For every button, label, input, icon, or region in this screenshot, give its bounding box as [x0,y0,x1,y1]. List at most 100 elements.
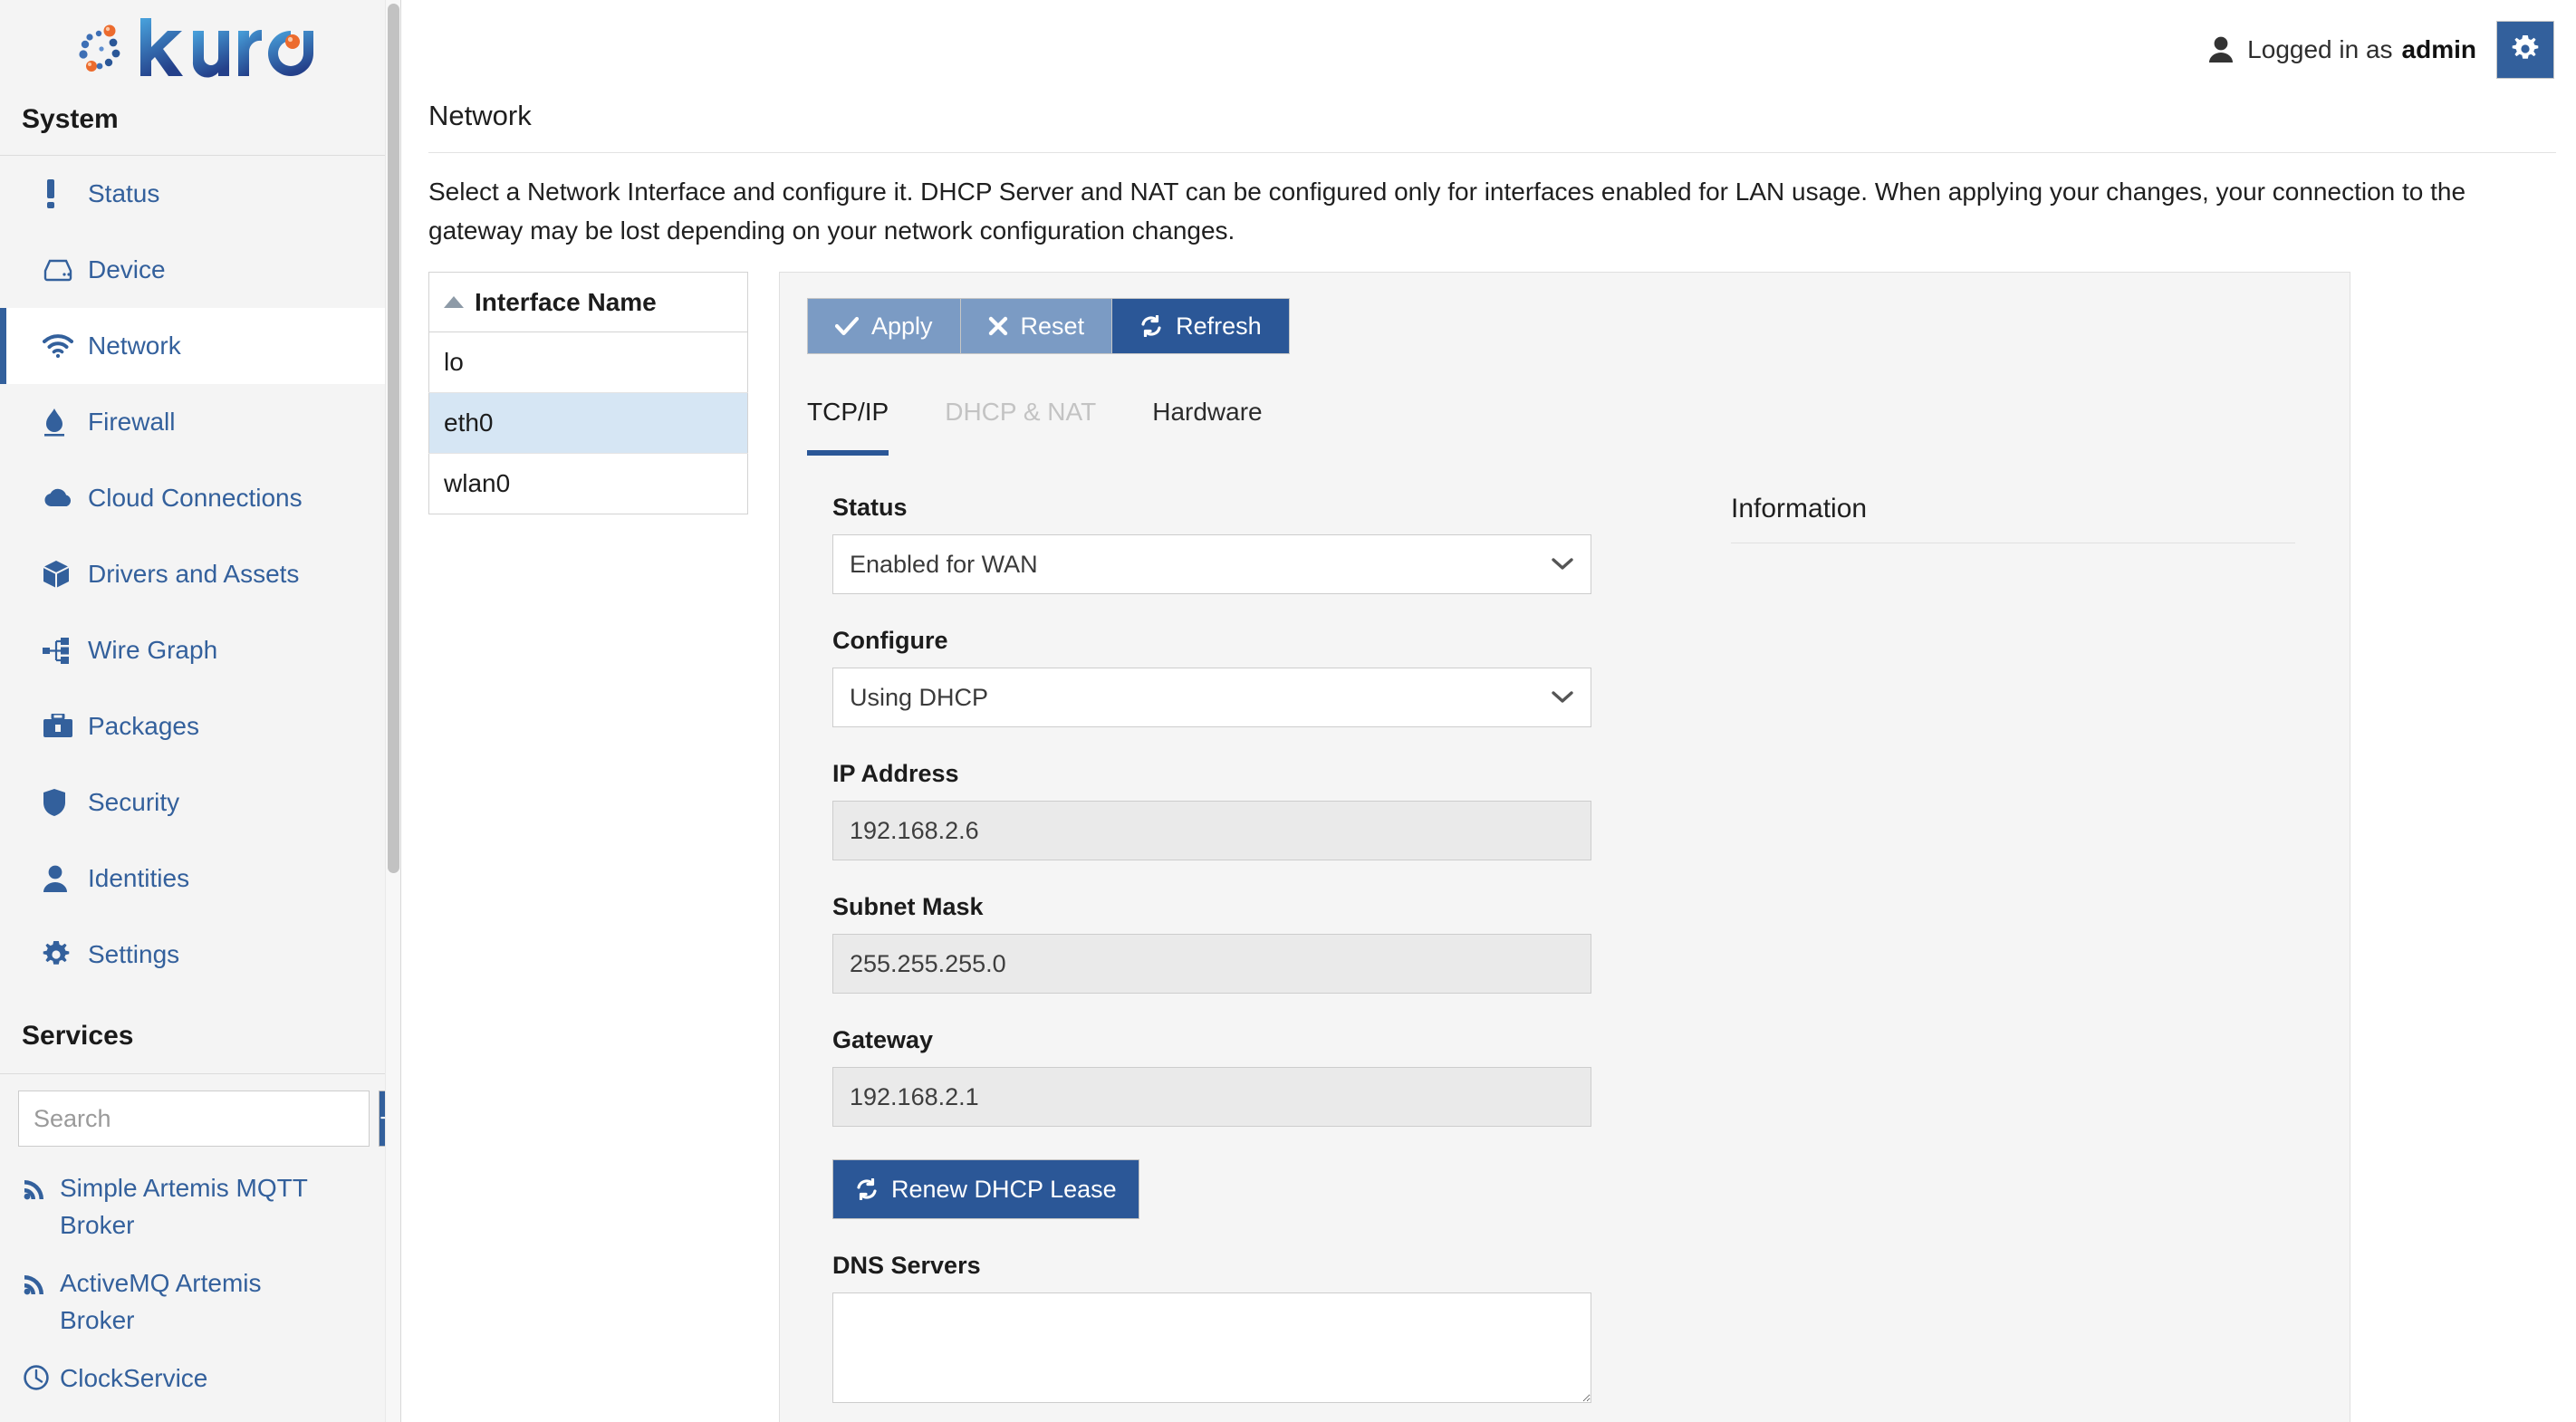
list-item[interactable]: Simple Artemis MQTT Broker [0,1159,400,1254]
sidebar-services-heading: Services [22,1020,134,1051]
status-select-wrap: Enabled for WAN [832,534,1591,595]
topbar: Logged in as admin [401,0,2576,100]
sidebar-item-firewall[interactable]: Firewall [0,384,400,460]
sort-ascending-icon [444,295,464,308]
panel-tabs: TCP/IP DHCP & NAT Hardware [780,354,2350,456]
shield-icon [43,788,79,817]
search-input[interactable] [18,1091,370,1147]
wifi-icon [43,334,79,358]
sidebar-item-label: Security [88,788,180,816]
cloud-icon [43,487,79,509]
exclamation-icon [43,179,79,208]
table-row[interactable]: wlan0 [429,454,748,514]
rss-icon [24,1265,54,1306]
sidebar-item-status[interactable]: Status [0,156,400,232]
panel-toolbar: Apply Reset Refresh [780,298,2350,355]
renew-dhcp-lease-button[interactable]: Renew DHCP Lease [832,1159,1139,1220]
service-list: Simple Artemis MQTT Broker ActiveMQ Arte… [0,1147,400,1412]
information-panel: Information [1677,494,2350,1422]
service-search-row: + [0,1074,400,1147]
list-item[interactable]: ActiveMQ Artemis Broker [0,1254,400,1350]
reset-button[interactable]: Reset [959,298,1113,355]
tab-dhcp-and-nat: DHCP & NAT [945,398,1097,427]
sidebar-item-security[interactable]: Security [0,764,400,841]
sidebar-scrollbar[interactable] [385,0,400,1422]
renew-dhcp-lease-label: Renew DHCP Lease [891,1175,1117,1203]
sidebar-system-heading: System [22,104,119,134]
dns-servers-label: DNS Servers [832,1252,981,1280]
interface-name-cell[interactable]: eth0 [428,392,748,455]
configure-select[interactable]: Using DHCP [832,668,1591,728]
sidebar-item-device[interactable]: Device [0,232,400,308]
refresh-button[interactable]: Refresh [1111,298,1290,355]
sidebar-brand-block: System [0,0,400,156]
list-item-label: ActiveMQ Artemis Broker [60,1269,262,1334]
page-divider [428,152,2556,153]
gear-icon [2512,34,2539,65]
configure-label: Configure [832,627,948,655]
sidebar-item-packages[interactable]: Packages [0,688,400,764]
tab-tcp-ip[interactable]: TCP/IP [807,392,889,456]
server-icon [43,258,79,282]
subnet-mask-field[interactable] [832,934,1591,994]
dns-servers-textarea[interactable] [832,1292,1591,1404]
apply-button[interactable]: Apply [807,298,961,355]
information-title: Information [1731,494,1868,524]
interface-name-cell[interactable]: lo [428,331,748,394]
page-description: Select a Network Interface and configure… [428,178,2466,245]
clock-icon [24,1360,54,1401]
sidebar-item-cloud-connections[interactable]: Cloud Connections [0,460,400,536]
sidebar-services-header: Services [0,998,400,1074]
tab-hardware[interactable]: Hardware [1152,392,1262,456]
gateway-label: Gateway [832,1026,934,1054]
page-header: Network Select a Network Interface and c… [401,100,2576,250]
refresh-label: Refresh [1176,312,1262,340]
gear-icon [43,941,79,968]
interface-name-cell[interactable]: wlan0 [429,454,748,514]
sidebar-item-settings[interactable]: Settings [0,917,400,993]
kura-logo-mark-icon [79,24,120,72]
tab-panel-tcp-ip: Status Enabled for WAN Configure Using D… [780,456,2350,1422]
page-title: Network [428,100,532,131]
reset-label: Reset [1020,312,1085,340]
sidebar-item-label: Status [88,179,160,207]
sidebar-item-label: Packages [88,712,199,740]
sidebar-item-wire-graph[interactable]: Wire Graph [0,612,400,688]
sidebar-item-network[interactable]: Network [0,308,400,384]
sidebar-item-label: Network [88,331,181,360]
flame-icon [43,408,79,437]
kura-logo-wordmark [140,18,313,78]
sidebar-item-label: Cloud Connections [88,484,303,512]
ip-address-field[interactable] [832,801,1591,861]
sidebar-scrollbar-thumb[interactable] [388,4,399,873]
sidebar-item-drivers-and-assets[interactable]: Drivers and Assets [0,536,400,612]
refresh-icon [1139,315,1163,338]
interface-name-column-header[interactable]: Interface Name [428,272,748,333]
briefcase-icon [43,714,79,739]
sidebar-item-label: Firewall [88,408,176,436]
status-select[interactable]: Enabled for WAN [832,534,1591,595]
settings-button[interactable] [2496,21,2554,79]
close-icon [988,316,1008,336]
refresh-icon [855,1178,879,1201]
cube-icon [43,560,79,589]
sidebar-item-identities[interactable]: Identities [0,841,400,917]
kura-logo [0,0,400,87]
sitemap-icon [43,637,79,664]
subnet-mask-label: Subnet Mask [832,893,984,921]
sidebar-item-label: Wire Graph [88,636,218,664]
main-content: Logged in as admin Network Select a Netw… [401,0,2576,1422]
page-body: Interface Name lo eth0 wlan0 Apply Reset… [401,250,2576,1422]
logged-in-status: Logged in as admin [2207,35,2476,64]
interface-table: Interface Name lo eth0 wlan0 [428,272,748,515]
table-row[interactable]: lo [428,331,748,394]
gateway-field[interactable] [832,1067,1591,1128]
tcp-ip-form: Status Enabled for WAN Configure Using D… [780,494,1677,1422]
ip-address-label: IP Address [832,760,959,788]
check-icon [835,316,859,336]
app-root: System Status Device Network Firewall Cl… [0,0,2576,1422]
sidebar-item-label: Drivers and Assets [88,560,300,588]
list-item[interactable]: ClockService [0,1350,400,1412]
user-icon [2207,36,2235,63]
table-row[interactable]: eth0 [428,392,748,455]
